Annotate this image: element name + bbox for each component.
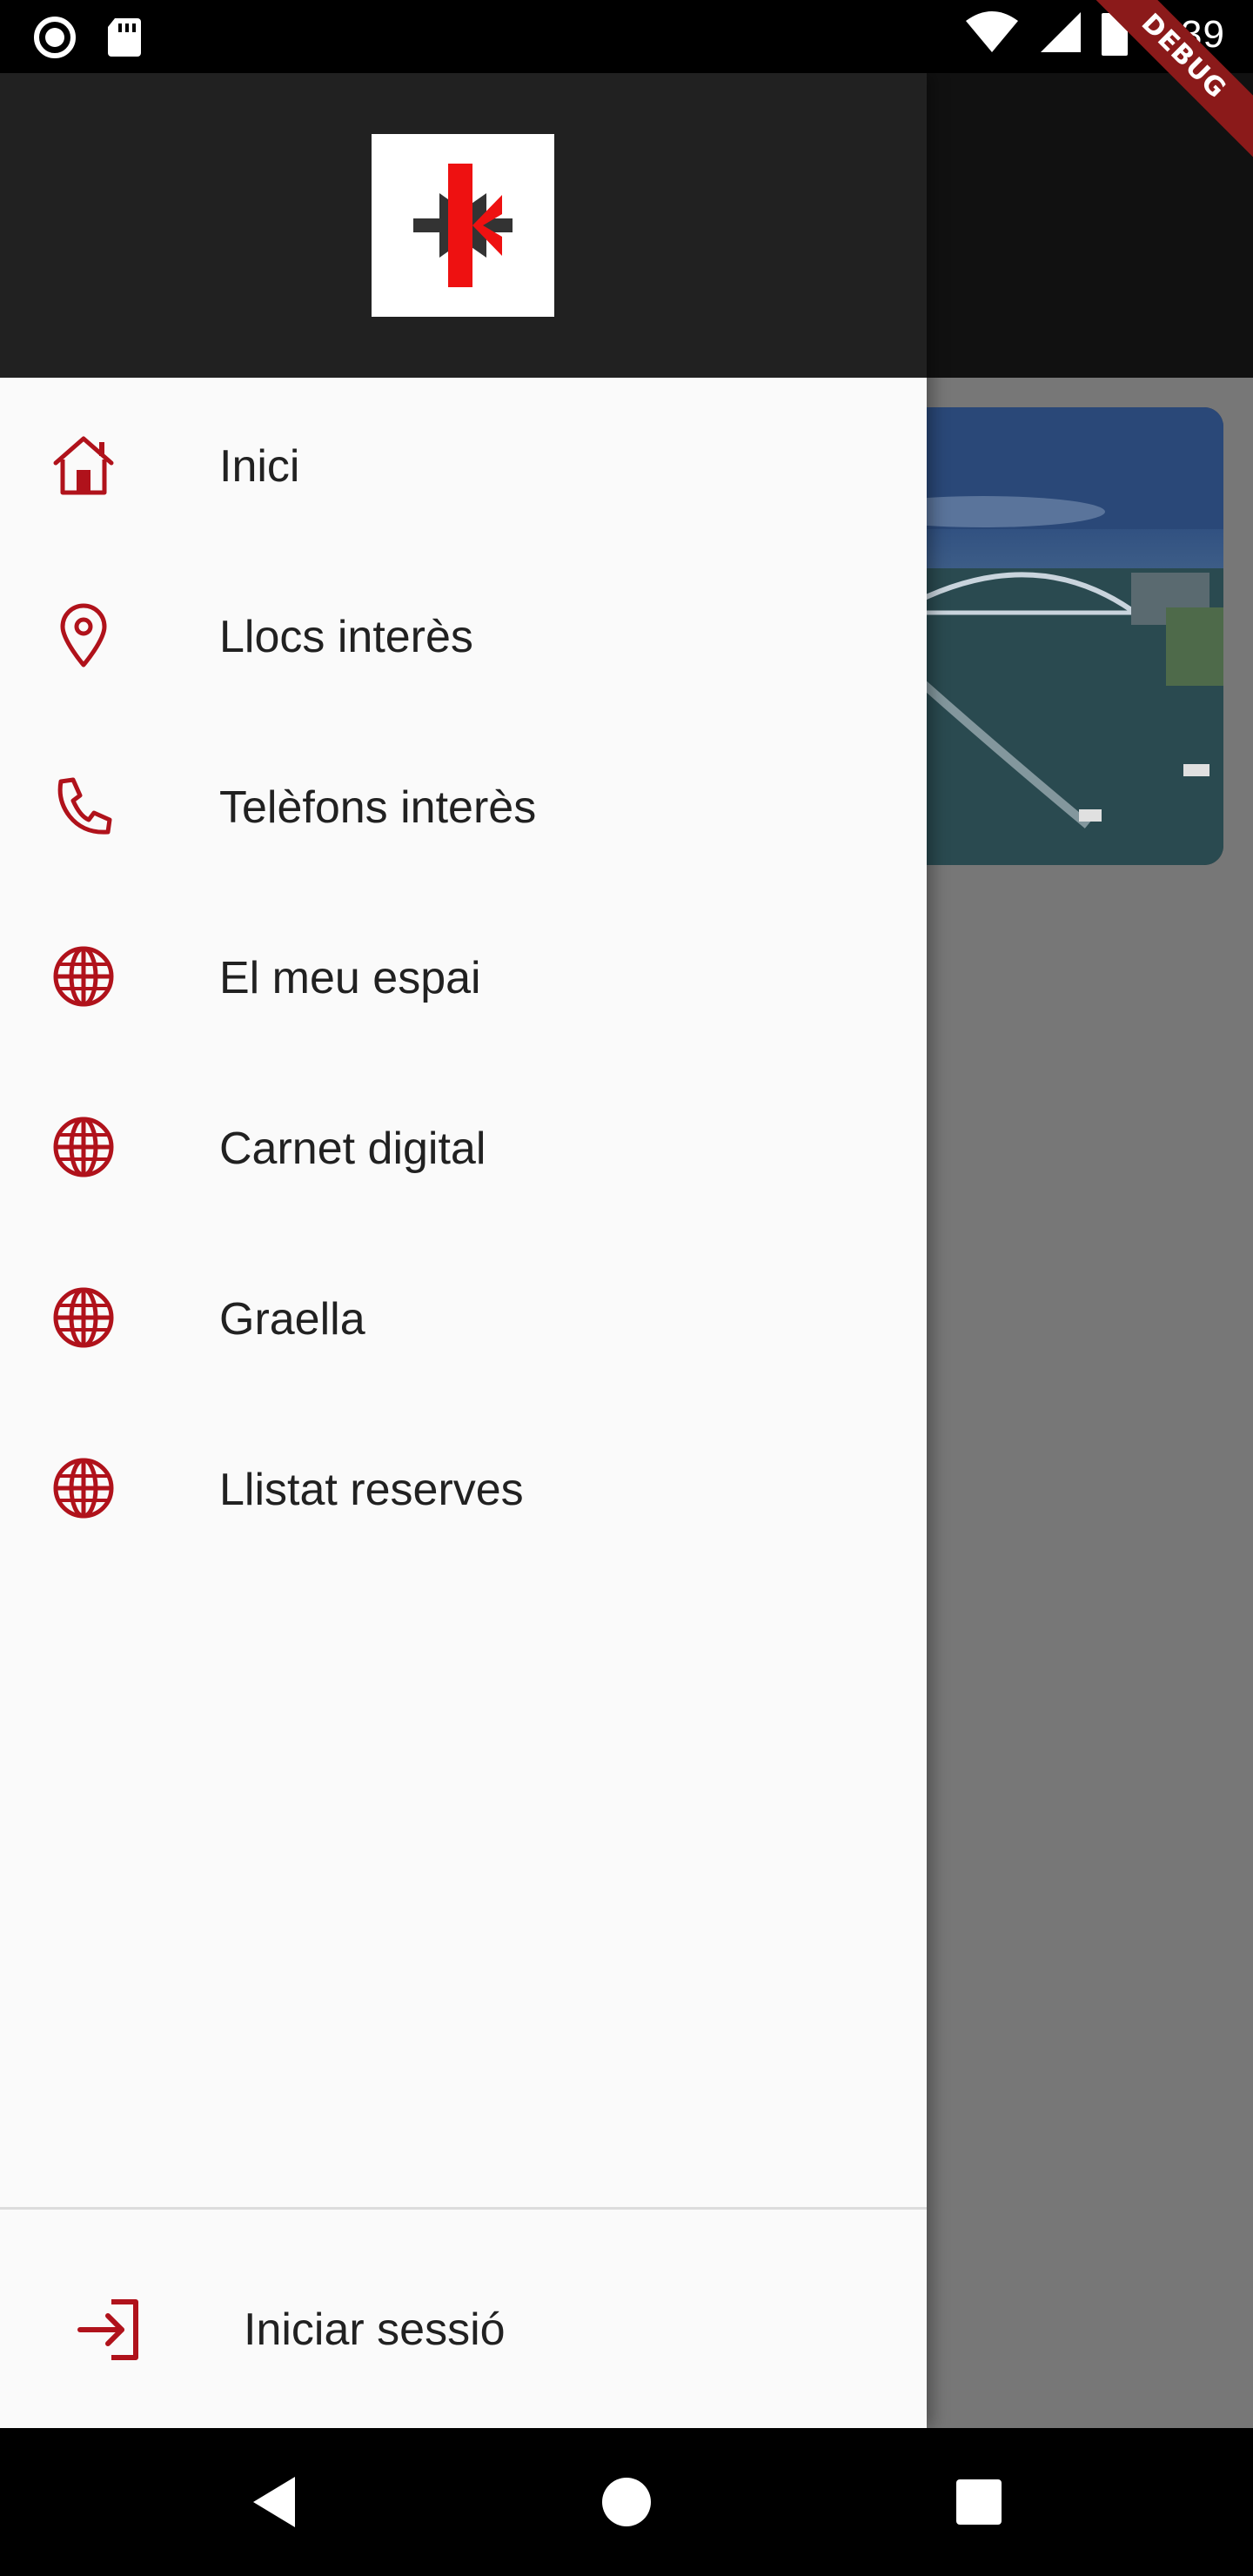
- globe-icon: [49, 1283, 118, 1352]
- menu-item-llocs-interes[interactable]: Llocs interès: [0, 548, 927, 719]
- home-circle-icon: [602, 2478, 651, 2526]
- login-label: Iniciar sessió: [244, 2304, 506, 2355]
- recents-icon: [956, 2479, 1002, 2525]
- menu-item-label: Carnet digital: [219, 1124, 486, 1174]
- cell-signal-icon: [1039, 10, 1082, 58]
- menu-item-inici[interactable]: Inici: [0, 378, 927, 548]
- menu-item-carnet-digital[interactable]: Carnet digital: [0, 1060, 927, 1231]
- menu-item-label: Inici: [219, 441, 300, 492]
- menu-item-telefons-interes[interactable]: Telèfons interès: [0, 719, 927, 889]
- status-bar: 1:39: [0, 0, 1253, 73]
- menu-item-graella[interactable]: Graella: [0, 1231, 927, 1401]
- menu-item-label: Graella: [219, 1294, 365, 1345]
- system-navigation-bar: [0, 2428, 1253, 2576]
- app-logo: [372, 134, 554, 317]
- sd-card-icon: [106, 17, 143, 63]
- menu-item-el-meu-espai[interactable]: El meu espai: [0, 889, 927, 1060]
- globe-icon: [49, 1112, 118, 1182]
- login-icon: [73, 2293, 146, 2366]
- globe-icon: [49, 942, 118, 1011]
- location-pin-icon: [49, 600, 118, 670]
- back-button[interactable]: [235, 2463, 313, 2541]
- menu-item-label: Llistat reserves: [219, 1465, 524, 1515]
- menu-item-label: Telèfons interès: [219, 782, 537, 833]
- menu-item-llistat-reserves[interactable]: Llistat reserves: [0, 1401, 927, 1572]
- home-icon: [49, 430, 118, 500]
- phone-icon: [49, 771, 118, 841]
- drawer-menu: Inici Llocs interès Telèfons interès El …: [0, 378, 927, 1572]
- menu-item-label: El meu espai: [219, 953, 481, 1003]
- recents-button[interactable]: [940, 2463, 1018, 2541]
- wifi-icon: [964, 10, 1020, 58]
- navigation-drawer: Inici Llocs interès Telèfons interès El …: [0, 73, 927, 2428]
- globe-icon: [49, 1453, 118, 1523]
- record-indicator-icon: [33, 16, 77, 64]
- home-button[interactable]: [587, 2463, 666, 2541]
- harbour-photo: [879, 407, 1223, 865]
- drawer-header: [0, 73, 927, 378]
- background-photo-card: [879, 407, 1223, 865]
- login-button[interactable]: Iniciar sessió: [0, 2210, 927, 2427]
- menu-item-label: Llocs interès: [219, 612, 473, 662]
- back-icon: [253, 2477, 295, 2527]
